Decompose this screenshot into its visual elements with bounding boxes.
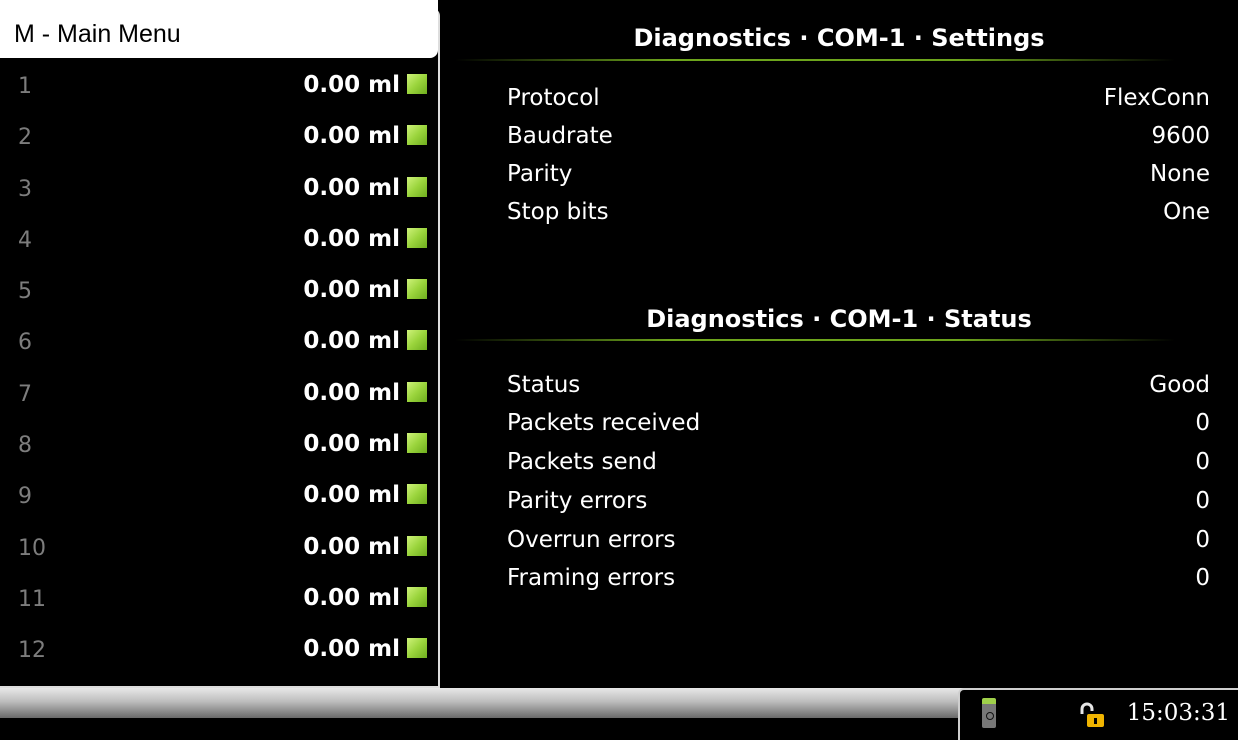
status-section-title: Diagnostics · COM-1 · Status — [646, 305, 1032, 333]
channel-row[interactable]: 8 0.00 ml — [0, 419, 440, 470]
status-led-icon — [407, 279, 427, 300]
channel-list: 1 0.00 ml 2 0.00 ml 3 0.00 ml 4 0.00 ml 5 0.0… — [0, 60, 440, 676]
status-led-icon — [407, 535, 427, 556]
bottom-bar: 15:03:31 — [0, 688, 1238, 740]
status-led-icon — [407, 484, 427, 505]
status-row-packets-received: Packets received 0 — [507, 410, 1210, 448]
status-led-icon — [407, 74, 427, 94]
status-led-icon — [407, 176, 427, 197]
settings-row-stop-bits: Stop bits One — [507, 199, 1210, 237]
status-led-icon — [407, 433, 427, 454]
channel-number: 11 — [18, 586, 46, 612]
main-menu-tab[interactable]: M - Main Menu — [0, 0, 438, 58]
status-row-parity-errors: Parity errors 0 — [507, 488, 1210, 526]
status-label: Framing errors — [507, 565, 676, 591]
setting-value: FlexConn — [1103, 85, 1210, 111]
channel-row[interactable]: 1 0.00 ml — [0, 60, 440, 111]
channel-number: 8 — [18, 433, 32, 459]
unlocked-padlock-icon[interactable] — [1078, 702, 1106, 728]
system-tray: 15:03:31 — [958, 688, 1238, 740]
settings-row-protocol: Protocol FlexConn — [507, 85, 1210, 123]
setting-value: None — [1149, 161, 1210, 187]
channel-value: 0.00 ml — [303, 123, 400, 150]
channel-number: 6 — [18, 330, 32, 356]
channel-value: 0.00 ml — [303, 636, 400, 663]
setting-label: Stop bits — [507, 199, 609, 225]
channel-number: 12 — [18, 638, 46, 664]
channel-value: 0.00 ml — [303, 482, 400, 509]
channel-number: 7 — [18, 381, 32, 407]
settings-section-title: Diagnostics · COM-1 · Settings — [633, 24, 1045, 52]
status-row-overrun-errors: Overrun errors 0 — [507, 527, 1210, 565]
channel-row[interactable]: 10 0.00 ml — [0, 522, 440, 573]
status-led-icon — [407, 381, 427, 402]
channel-number: 1 — [18, 74, 32, 99]
clock-time: 15:03:31 — [1126, 700, 1230, 726]
channel-value: 0.00 ml — [303, 431, 400, 458]
settings-row-parity: Parity None — [507, 161, 1210, 199]
channel-value: 0.00 ml — [303, 174, 400, 201]
channel-row[interactable]: 4 0.00 ml — [0, 214, 440, 265]
status-row-packets-send: Packets send 0 — [507, 449, 1210, 487]
setting-label: Protocol — [507, 85, 600, 111]
status-led-icon — [407, 638, 427, 659]
status-label: Packets received — [507, 410, 701, 436]
channel-value: 0.00 ml — [303, 379, 400, 406]
channel-value: 0.00 ml — [303, 72, 400, 98]
status-led-icon — [407, 125, 427, 146]
status-divider — [455, 339, 1175, 341]
setting-value: One — [1163, 199, 1210, 225]
status-value: Good — [1149, 372, 1210, 398]
channel-row[interactable]: 3 0.00 ml — [0, 163, 440, 214]
status-value: 0 — [1195, 449, 1210, 475]
channel-row[interactable]: 12 0.00 ml — [0, 624, 440, 675]
channel-row[interactable]: 11 0.00 ml — [0, 573, 440, 624]
channel-value: 0.00 ml — [303, 277, 400, 304]
status-label: Parity errors — [507, 488, 648, 514]
setting-label: Baudrate — [507, 123, 613, 149]
channel-number: 9 — [18, 484, 32, 510]
status-value: 0 — [1195, 527, 1210, 553]
status-value: 0 — [1195, 565, 1210, 591]
channel-row[interactable]: 7 0.00 ml — [0, 368, 440, 419]
main-menu-label: M - Main Menu — [14, 20, 181, 48]
channel-value: 0.00 ml — [303, 584, 400, 611]
setting-label: Parity — [507, 161, 573, 187]
status-row-framing-errors: Framing errors 0 — [507, 565, 1210, 603]
status-label: Overrun errors — [507, 527, 676, 553]
settings-divider — [455, 59, 1175, 61]
status-value: 0 — [1195, 410, 1210, 436]
status-led-icon — [407, 227, 427, 248]
channel-row[interactable]: 5 0.00 ml — [0, 265, 440, 316]
channel-number: 5 — [18, 279, 32, 305]
channel-value: 0.00 ml — [303, 533, 400, 560]
handheld-device-icon[interactable] — [982, 698, 996, 728]
channel-value: 0.00 ml — [303, 328, 400, 355]
status-label: Packets send — [507, 449, 657, 475]
channel-number: 10 — [18, 535, 46, 561]
status-label: Status — [507, 372, 581, 398]
status-row-status: Status Good — [507, 372, 1210, 410]
channel-row[interactable]: 6 0.00 ml — [0, 316, 440, 367]
channel-row[interactable]: 2 0.00 ml — [0, 111, 440, 162]
channel-number: 3 — [18, 176, 32, 202]
status-value: 0 — [1195, 488, 1210, 514]
status-led-icon — [407, 330, 427, 351]
channel-value: 0.00 ml — [303, 225, 400, 252]
channel-row[interactable]: 9 0.00 ml — [0, 470, 440, 521]
channel-number: 4 — [18, 227, 32, 253]
status-led-icon — [407, 586, 427, 607]
settings-row-baudrate: Baudrate 9600 — [507, 123, 1210, 161]
setting-value: 9600 — [1151, 123, 1210, 149]
channel-number: 2 — [18, 125, 32, 151]
